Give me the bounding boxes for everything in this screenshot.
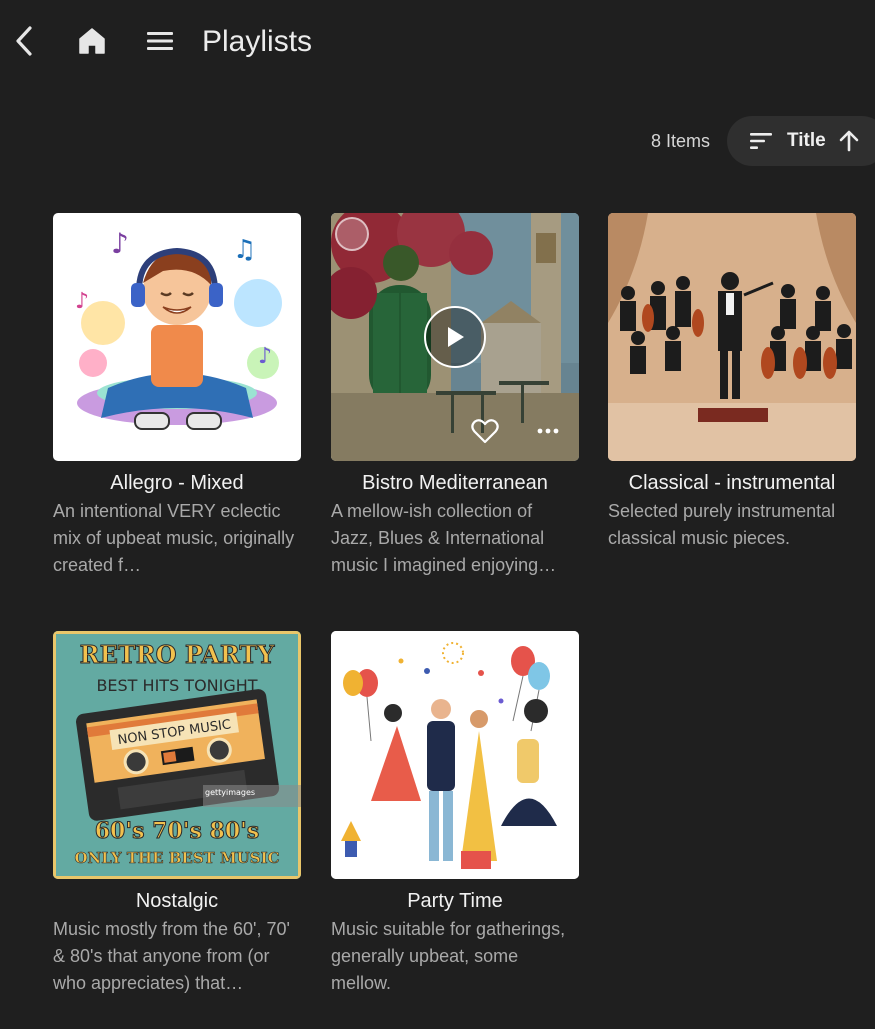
item-count: 8 Items [651,131,711,151]
playlist-description: Music mostly from the 60', 70' & 80's th… [53,919,290,993]
sort-lines-icon [750,133,772,149]
arrow-up-icon [839,130,859,152]
playlist-card[interactable]: Party Time Music suitable for gatherings… [331,631,579,997]
select-circle-icon[interactable] [335,217,369,251]
playlist-title[interactable]: Party Time [331,889,579,913]
artwork-watermark: gettyimages [205,788,255,797]
home-button[interactable] [74,22,110,60]
svg-text:♫: ♫ [233,235,256,265]
menu-button[interactable] [142,22,178,60]
playlist-description: An intentional VERY eclectic mix of upbe… [53,501,295,575]
more-dots-icon[interactable] [535,425,561,437]
heart-icon[interactable] [471,418,499,444]
artwork-line2: BEST HITS TONIGHT [96,676,257,695]
playlist-artwork[interactable] [331,213,579,461]
playlist-card[interactable]: Bistro Mediterranean A mellow-ish collec… [331,213,579,579]
svg-text:♪: ♪ [111,227,129,260]
playlist-artwork[interactable] [331,631,579,879]
play-button[interactable] [424,306,486,368]
playlist-title[interactable]: Bistro Mediterranean [331,471,579,495]
party-people-artwork [331,631,579,879]
playlist-title[interactable]: Classical - instrumental [608,471,856,495]
home-icon [79,28,105,54]
playlist-artwork[interactable]: ♪ ♫ ♪ ♪ [53,213,301,461]
orchestra-artwork [608,213,856,461]
hamburger-menu-icon [147,32,173,50]
playlist-artwork[interactable]: RETRO PARTY BEST HITS TONIGHT NON STOP M… [53,631,301,879]
playlist-card[interactable]: RETRO PARTY BEST HITS TONIGHT NON STOP M… [53,631,301,997]
playlist-title[interactable]: Allegro - Mixed [53,471,301,495]
svg-text:♪: ♪ [75,289,89,314]
artwork-line3: 60's 70's 80's [95,818,260,844]
playlist-description: Selected purely instrumental classical m… [608,501,836,548]
sort-label: Title [787,130,826,151]
playlist-title[interactable]: Nostalgic [53,889,301,913]
retro-cassette-artwork: RETRO PARTY BEST HITS TONIGHT NON STOP M… [53,631,301,879]
playlist-card[interactable]: Classical - instrumental Selected purely… [608,213,856,579]
chevron-left-icon [16,26,32,56]
playlist-description: Music suitable for gatherings, generally… [331,919,566,993]
svg-text:♪: ♪ [258,344,272,369]
playlist-artwork[interactable] [608,213,856,461]
playlist-description: A mellow-ish collection of Jazz, Blues &… [331,501,557,575]
artwork-line1: RETRO PARTY [80,640,276,669]
sort-button[interactable]: Title [727,116,875,166]
playlist-card[interactable]: ♪ ♫ ♪ ♪ Allegro - Mixed An intentional V… [53,213,301,579]
music-listener-artwork: ♪ ♫ ♪ ♪ [75,227,282,430]
page-title: Playlists [202,25,313,58]
top-bar: Playlists [0,0,875,84]
play-icon [448,327,464,347]
artwork-line4: ONLY THE BEST MUSIC [74,849,279,867]
back-button[interactable] [8,22,40,60]
